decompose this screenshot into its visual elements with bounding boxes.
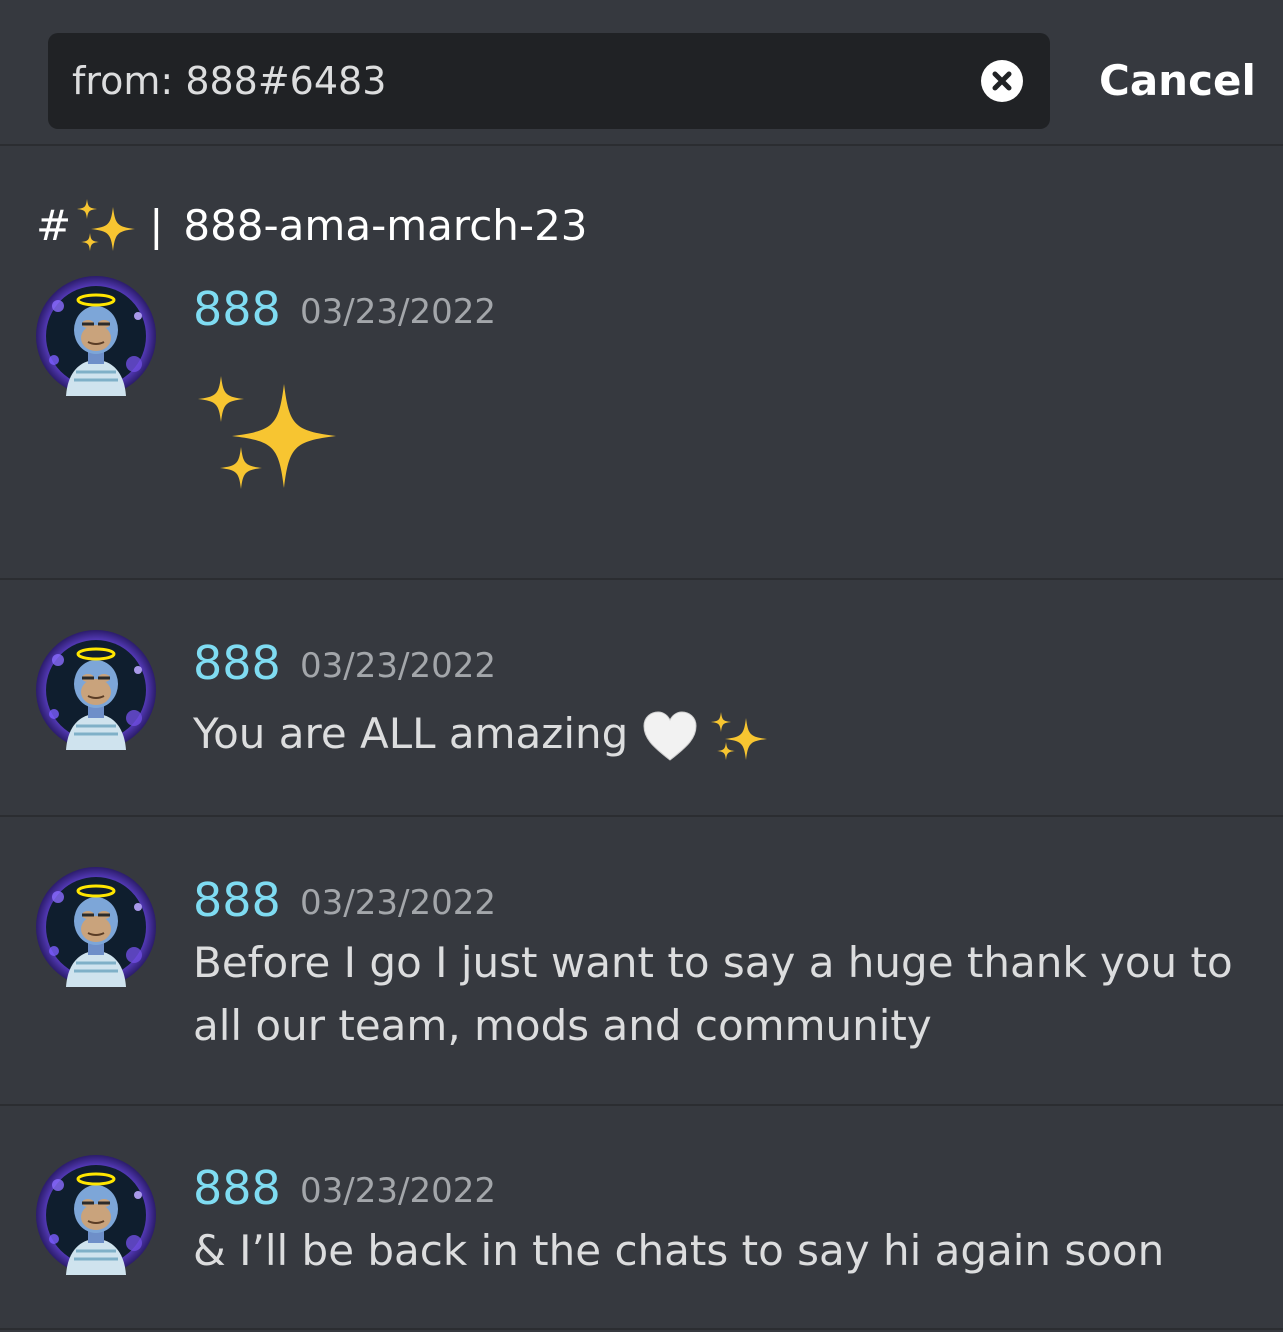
channel-hash-icon: # xyxy=(36,201,72,250)
avatar[interactable] xyxy=(36,867,156,987)
channel-separator: | xyxy=(149,201,164,250)
channel-name: 888-ama-march-23 xyxy=(183,201,588,250)
message-divider xyxy=(0,815,1283,817)
timestamp: 03/23/2022 xyxy=(300,1171,496,1211)
clear-search-button[interactable] xyxy=(981,60,1023,102)
message-content: & I’ll be back in the chats to say hi ag… xyxy=(193,1219,1243,1282)
message-content: You are ALL amazing xyxy=(193,702,1243,765)
username[interactable]: 888 xyxy=(193,1161,281,1215)
avatar[interactable] xyxy=(36,276,156,396)
username[interactable]: 888 xyxy=(193,636,281,690)
timestamp: 03/23/2022 xyxy=(300,883,496,923)
message-content: Before I go I just want to say a huge th… xyxy=(193,931,1243,1057)
channel-name-header[interactable]: # | 888-ama-march-23 xyxy=(36,196,588,256)
avatar[interactable] xyxy=(36,630,156,750)
username[interactable]: 888 xyxy=(193,873,281,927)
close-circle-icon[interactable] xyxy=(981,60,1023,102)
message-text: Before I go I just want to say a huge th… xyxy=(193,938,1233,1050)
message-text: You are ALL amazing xyxy=(193,709,629,758)
message-divider xyxy=(0,1328,1283,1330)
timestamp: 03/23/2022 xyxy=(300,292,496,332)
message-divider xyxy=(0,1104,1283,1106)
sparkles-emoji-large xyxy=(198,376,336,489)
search-header: from: 888#6483 Cancel xyxy=(0,0,1283,146)
cancel-button[interactable]: Cancel xyxy=(1099,33,1256,129)
message-text: & I’ll be back in the chats to say hi ag… xyxy=(193,1226,1165,1275)
sparkles-icon xyxy=(77,199,136,251)
search-input[interactable]: from: 888#6483 xyxy=(48,33,1050,129)
avatar[interactable] xyxy=(36,1155,156,1275)
search-query-text[interactable]: from: 888#6483 xyxy=(72,33,386,129)
timestamp: 03/23/2022 xyxy=(300,646,496,686)
sparkles-icon xyxy=(711,711,767,760)
username[interactable]: 888 xyxy=(193,282,281,336)
message-divider xyxy=(0,578,1283,580)
white-heart-icon xyxy=(643,710,697,761)
